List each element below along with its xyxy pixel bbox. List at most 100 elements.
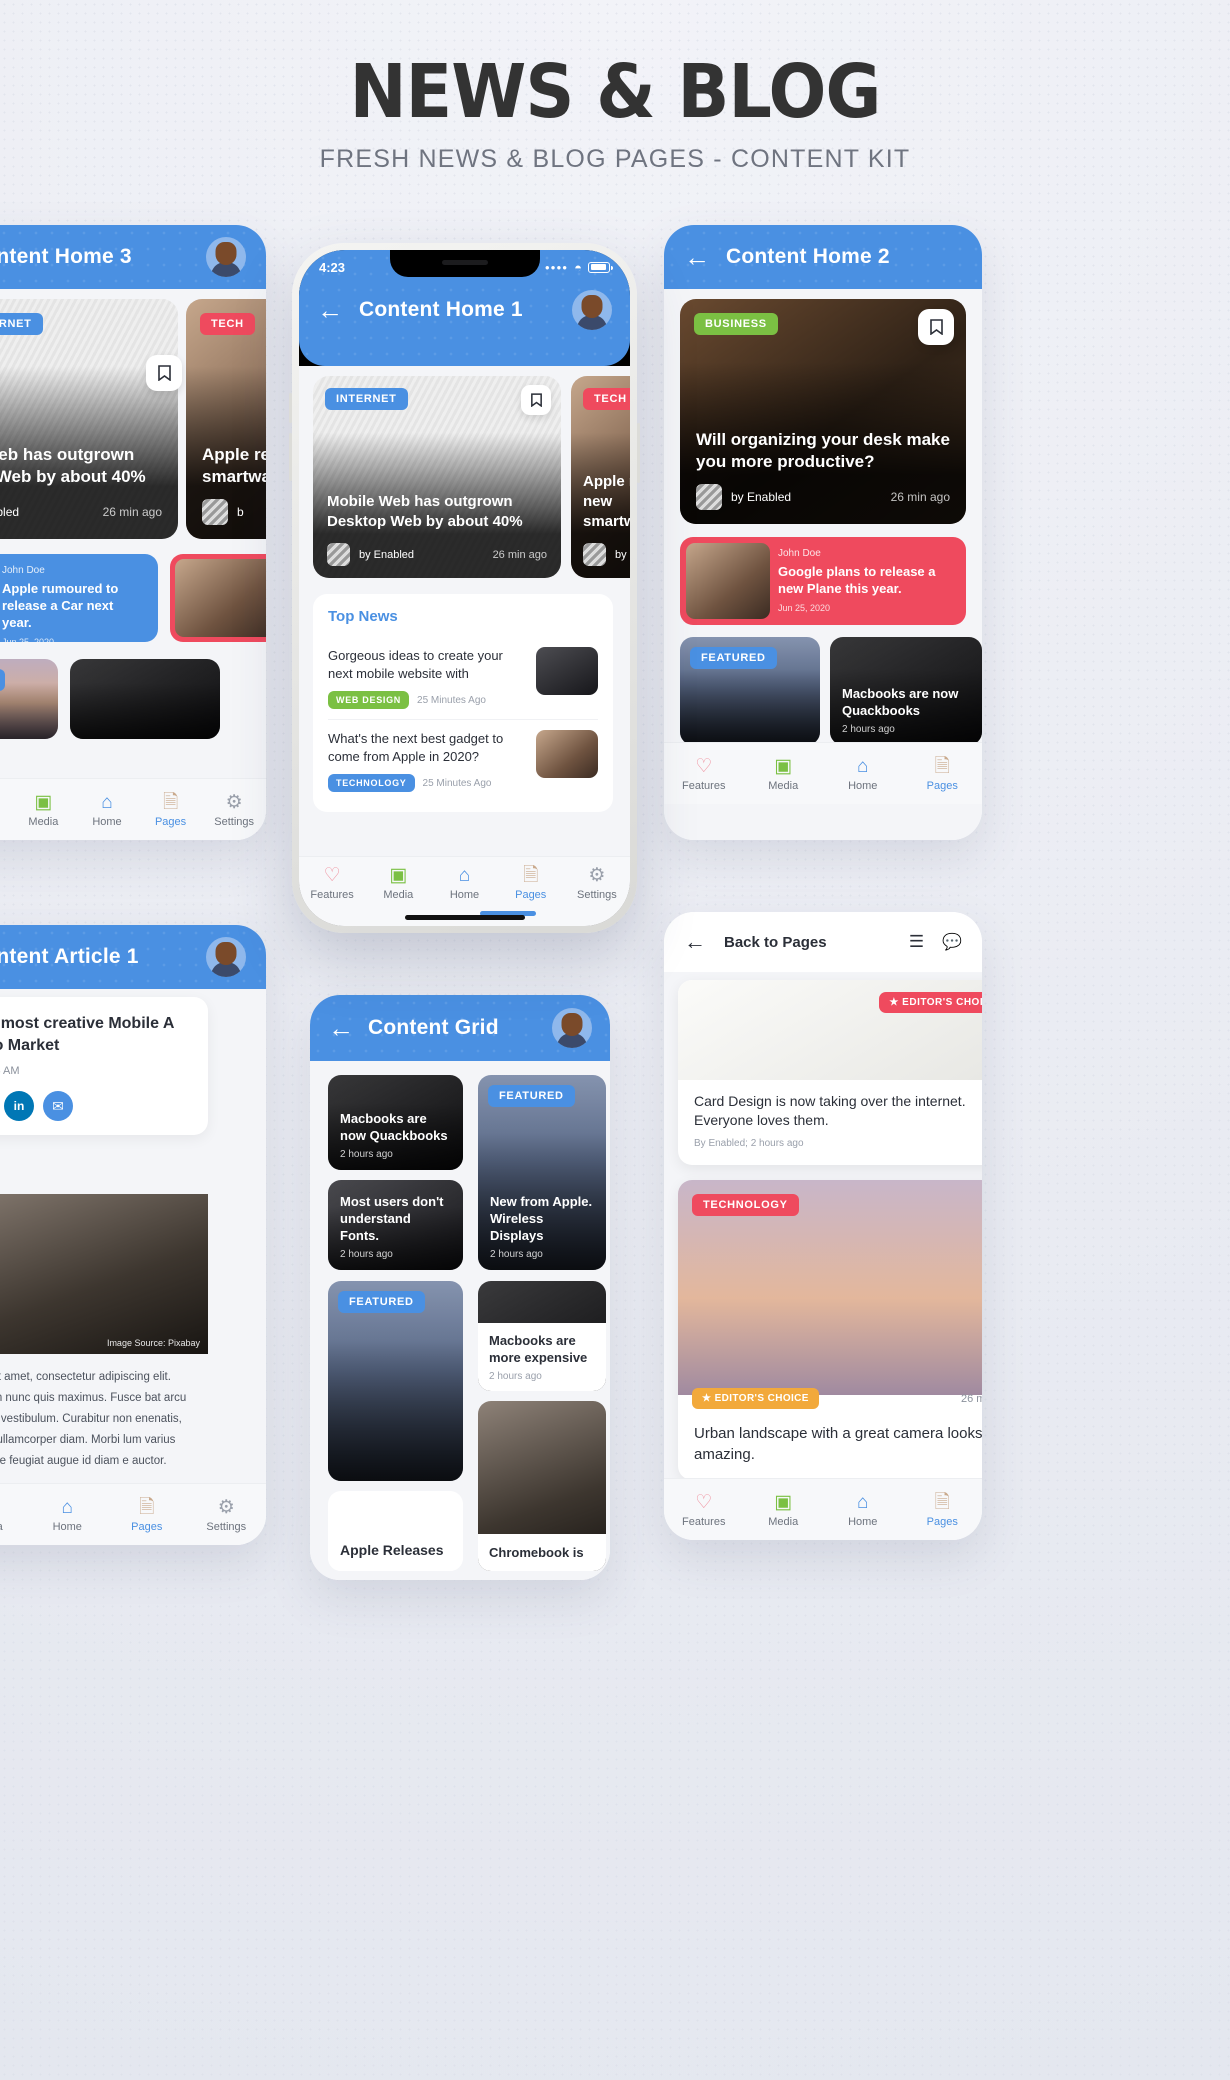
avatar[interactable]	[552, 1008, 592, 1048]
home2-red-card[interactable]: John Doe Google plans to release a new P…	[680, 537, 966, 625]
linkedin-icon[interactable]: in	[4, 1091, 34, 1121]
home3-hero-card-next[interactable]: TECH Apple releases new smartwatch b	[186, 299, 266, 539]
home-icon: ⌂	[61, 1496, 73, 1518]
top-news-item[interactable]: Gorgeous ideas to create your next mobil…	[328, 637, 598, 720]
home2-hero-time: 26 min ago	[890, 490, 950, 504]
panel-back-to-pages[interactable]: ← Back to Pages ☰ 💬 ★ EDITOR'S CHOICE Ca…	[664, 912, 982, 1540]
tab-home[interactable]: ⌂ Home	[823, 1492, 903, 1528]
home2-small-card-1[interactable]: FEATURED	[680, 637, 820, 745]
news-time: 25 Minutes Ago	[422, 777, 492, 789]
panel-content-article-1[interactable]: Content Article 1 res is the most creati…	[0, 925, 266, 1545]
volume-up-button[interactable]	[289, 393, 292, 423]
grid-card-2[interactable]: Most users don't understand Fonts. 2 hour…	[328, 1180, 463, 1270]
heart-icon: ♡	[323, 865, 341, 886]
home-icon: ⌂	[857, 1491, 869, 1513]
tab-media[interactable]: ▣Media	[12, 792, 76, 828]
avatar[interactable]	[572, 290, 612, 330]
email-icon[interactable]: ✉	[43, 1091, 73, 1121]
home2-red-headline: Google plans to release a new Plane this…	[778, 564, 936, 596]
grid-card-4[interactable]: Macbooks are more expensive 2 hours ago	[478, 1281, 606, 1391]
back-icon[interactable]: ←	[328, 1015, 354, 1041]
pages-big-card[interactable]: TECHNOLOGY ★ EDITOR'S CHOICE 26 min Urba…	[678, 1180, 982, 1480]
pages-card-meta: By Enabled; 2 hours ago	[694, 1138, 804, 1149]
tab-features[interactable]: ♡ Features	[299, 865, 365, 901]
home1-title: Content Home 1	[359, 298, 523, 321]
pages-tabbar[interactable]: ♡ Features ▣ Media ⌂ Home 🗎 Pages	[664, 1478, 982, 1540]
top-news-title: Top News	[328, 608, 398, 625]
home2-red-author: John Doe	[778, 548, 821, 559]
back-icon[interactable]: ←	[684, 931, 706, 953]
tab-home[interactable]: ⌂ Home	[823, 756, 903, 792]
tab-home[interactable]: ⌂ Home	[431, 865, 497, 901]
home3-feature-row-next[interactable]	[170, 554, 266, 642]
tab-pages[interactable]: 🗎 Pages	[139, 792, 203, 828]
tab-settings[interactable]: ⚙ Settings	[202, 792, 266, 828]
home3-hero-headline: Mobile Web has outgrown Desktop Web by a…	[0, 445, 146, 486]
panel-content-home-3[interactable]: Content Home 3 INTERNET Mobile Web has o…	[0, 225, 266, 840]
article1-tabbar[interactable]: ▣Media ⌂Home 🗎Pages ⚙Settings	[0, 1483, 266, 1545]
tab-pages[interactable]: 🗎 Pages	[903, 756, 983, 792]
pages-big-badge: EDITOR'S CHOICE	[714, 1393, 809, 1404]
panel-content-grid[interactable]: ← Content Grid Macbooks are now Quackboo…	[310, 995, 610, 1580]
home3-hero-card[interactable]: INTERNET Mobile Web has outgrown Desktop…	[0, 299, 178, 539]
home2-hero-card[interactable]: BUSINESS Will organizing your desk make …	[680, 299, 966, 524]
device-content-home-1[interactable]: 4:23 ●●●● ◓ ← Content Home 1 INTERNET Mo…	[289, 243, 640, 933]
back-icon[interactable]: ←	[317, 297, 343, 323]
home2-red-date: Jun 25, 2020	[778, 603, 831, 613]
grid-card-1[interactable]: FEATURED New from Apple. Wireless Displa…	[478, 1075, 606, 1270]
tab-home[interactable]: ⌂ Home	[28, 1497, 108, 1533]
tab-settings[interactable]: ⚙ Settings	[187, 1497, 267, 1533]
panel-content-home-2[interactable]: ← Content Home 2 BUSINESS Will organizin…	[664, 225, 982, 840]
home3-small-chip-1: FEATURED	[0, 669, 5, 691]
tab-pages[interactable]: 🗎 Pages	[498, 865, 564, 901]
home1-hero-card[interactable]: INTERNET Mobile Web has outgrown Desktop…	[313, 376, 561, 578]
pages-card[interactable]: ★ EDITOR'S CHOICE Card Design is now tak…	[678, 980, 982, 1165]
tab-settings[interactable]: ⚙ Settings	[564, 865, 630, 901]
tab-features[interactable]: ♡s	[0, 792, 12, 828]
tab-features[interactable]: ♡ Features	[664, 756, 744, 792]
grid-card-3[interactable]: FEATURED	[328, 1281, 463, 1481]
tab-pages[interactable]: 🗎 Pages	[903, 1492, 983, 1528]
chat-icon[interactable]: 💬	[942, 932, 962, 952]
grid-card-6[interactable]: Chromebook is	[478, 1401, 606, 1571]
source-icon	[202, 499, 228, 525]
tab-media[interactable]: ▣Media	[744, 756, 824, 792]
home1-next-chip: TECH	[583, 388, 630, 410]
power-button[interactable]	[637, 423, 640, 483]
article1-title: Content Article 1	[0, 945, 139, 968]
home3-small-card-2[interactable]	[70, 659, 220, 739]
volume-down-button[interactable]	[289, 433, 292, 481]
bookmark-icon[interactable]	[521, 385, 551, 415]
back-icon[interactable]: ←	[684, 244, 710, 270]
home3-tabbar[interactable]: ♡s ▣Media ⌂Home 🗎Pages ⚙Settings	[0, 778, 266, 840]
news-chip: TECHNOLOGY	[328, 774, 415, 792]
battery-icon	[588, 261, 613, 273]
avatar[interactable]	[206, 937, 246, 977]
grid-card-chip: FEATURED	[488, 1085, 575, 1107]
tab-home[interactable]: ⌂ Home	[75, 792, 139, 828]
top-news-item[interactable]: What's the next best gadget to come from…	[328, 720, 598, 802]
tab-pages[interactable]: 🗎 Pages	[107, 1497, 187, 1533]
pages-card-headline: Card Design is now taking over the inter…	[694, 1093, 966, 1128]
home1-hero-card-next[interactable]: TECH Apple releases new smartwatch by	[571, 376, 630, 578]
article1-image: Image Source: Pixabay	[0, 1194, 208, 1354]
grid-card-0[interactable]: Macbooks are now Quackbooks 2 hours ago	[328, 1075, 463, 1170]
home3-small-card-1[interactable]: FEATURED	[0, 659, 58, 739]
tab-media[interactable]: ▣Media	[365, 865, 431, 901]
home3-feature-row[interactable]: John Doe Apple rumoured to release a Car…	[0, 554, 158, 642]
hamburger-icon[interactable]: ☰	[909, 932, 924, 952]
tab-media[interactable]: ▣Media	[744, 1492, 824, 1528]
home2-small-card-2[interactable]: Macbooks are now Quackbooks 2 hours ago	[830, 637, 982, 745]
home2-tabbar[interactable]: ♡ Features ▣ Media ⌂ Home 🗎 Pages	[664, 742, 982, 804]
avatar[interactable]	[206, 237, 246, 277]
bookmark-icon[interactable]	[918, 309, 954, 345]
tab-media[interactable]: ▣Media	[0, 1497, 28, 1533]
article1-headline: res is the most creative Mobile A on Env…	[0, 1015, 174, 1054]
home3-hero-chip: INTERNET	[0, 313, 43, 335]
grid-card-headline: Macbooks are now Quackbooks	[340, 1111, 448, 1143]
grid-card-headline: New from Apple. Wireless Displays	[490, 1194, 593, 1243]
bookmark-icon[interactable]	[146, 355, 182, 391]
source-icon	[696, 484, 722, 510]
grid-card-5[interactable]: Apple Releases	[328, 1491, 463, 1571]
tab-features[interactable]: ♡ Features	[664, 1492, 744, 1528]
